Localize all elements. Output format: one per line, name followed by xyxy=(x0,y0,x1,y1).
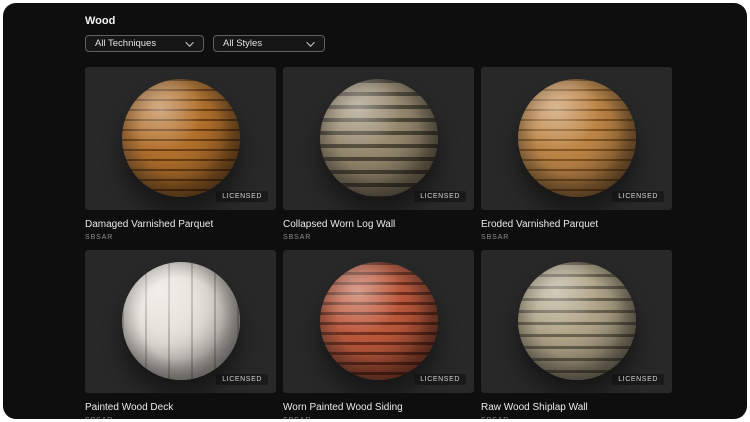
material-sphere-preview xyxy=(517,262,636,380)
material-format: SBSAR xyxy=(85,234,114,241)
material-card[interactable]: LICENSED Raw Wood Shiplap Wall SBSAR xyxy=(481,250,672,419)
material-format: SBSAR xyxy=(481,234,510,241)
material-sphere-preview xyxy=(319,262,438,380)
licensed-badge: LICENSED xyxy=(216,191,268,202)
licensed-badge: LICENSED xyxy=(612,191,664,202)
material-title: Raw Wood Shiplap Wall xyxy=(481,402,588,413)
page-title: Wood xyxy=(85,15,116,27)
material-thumbnail[interactable]: LICENSED xyxy=(481,67,672,210)
material-thumbnail[interactable]: LICENSED xyxy=(85,250,276,393)
material-card[interactable]: LICENSED Eroded Varnished Parquet SBSAR xyxy=(481,67,672,241)
material-grid: LICENSED Damaged Varnished Parquet SBSAR… xyxy=(85,67,672,419)
licensed-badge: LICENSED xyxy=(414,191,466,202)
material-thumbnail[interactable]: LICENSED xyxy=(283,250,474,393)
styles-dropdown[interactable]: All Styles xyxy=(213,35,325,52)
material-thumbnail[interactable]: LICENSED xyxy=(85,67,276,210)
material-title: Eroded Varnished Parquet xyxy=(481,219,599,230)
licensed-badge: LICENSED xyxy=(414,374,466,385)
material-format: SBSAR xyxy=(283,234,312,241)
filter-bar: All Techniques All Styles xyxy=(85,35,672,52)
material-card[interactable]: LICENSED Worn Painted Wood Siding SBSAR xyxy=(283,250,474,419)
main-content: Wood All Techniques All Styles LICENSED … xyxy=(85,15,672,419)
material-thumbnail[interactable]: LICENSED xyxy=(481,250,672,393)
material-title: Worn Painted Wood Siding xyxy=(283,402,403,413)
techniques-dropdown-value: All Techniques xyxy=(95,38,157,49)
material-format: SBSAR xyxy=(85,417,276,419)
chevron-down-icon xyxy=(306,37,315,47)
material-sphere-preview xyxy=(121,262,240,380)
material-thumbnail[interactable]: LICENSED xyxy=(283,67,474,210)
material-sphere-preview xyxy=(319,79,438,197)
material-format: SBSAR xyxy=(283,417,474,419)
app-window: Wood All Techniques All Styles LICENSED … xyxy=(3,3,747,419)
techniques-dropdown[interactable]: All Techniques xyxy=(85,35,204,52)
material-card[interactable]: LICENSED Collapsed Worn Log Wall SBSAR xyxy=(283,67,474,241)
material-card[interactable]: LICENSED Painted Wood Deck SBSAR xyxy=(85,250,276,419)
licensed-badge: LICENSED xyxy=(612,374,664,385)
material-sphere-preview xyxy=(517,79,636,197)
licensed-badge: LICENSED xyxy=(216,374,268,385)
material-title: Damaged Varnished Parquet xyxy=(85,219,214,230)
styles-dropdown-value: All Styles xyxy=(223,38,263,49)
material-title: Painted Wood Deck xyxy=(85,402,174,413)
chevron-down-icon xyxy=(185,37,194,47)
material-title: Collapsed Worn Log Wall xyxy=(283,219,396,230)
material-card[interactable]: LICENSED Damaged Varnished Parquet SBSAR xyxy=(85,67,276,241)
material-format: SBSAR xyxy=(481,417,672,419)
material-sphere-preview xyxy=(121,79,240,197)
